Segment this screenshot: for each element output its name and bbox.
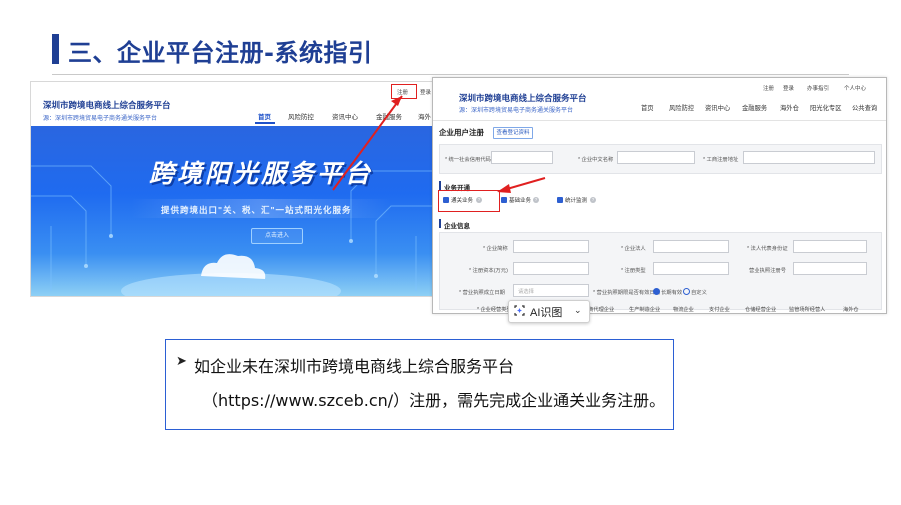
short-name-label: * 企业简称 — [483, 246, 508, 252]
title-accent-bar — [52, 34, 59, 64]
custom-radio[interactable] — [683, 288, 690, 295]
biz-type-logistics[interactable]: 物流企业 — [673, 306, 694, 313]
basic-business-label: 基础业务 — [509, 198, 532, 204]
form-guide-link[interactable]: 办事指引 — [807, 84, 829, 92]
info-section-bar — [439, 219, 441, 228]
nav-home[interactable]: 首页 — [258, 111, 271, 121]
date-placeholder: 请选择 — [518, 289, 534, 295]
credit-code-input[interactable] — [491, 151, 553, 164]
reg-address-input[interactable] — [743, 151, 875, 164]
banner-subtitle: 提供跨境出口"关、税、汇"一站式阳光化服务 — [161, 205, 352, 215]
form-nav-finance[interactable]: 金融服务 — [742, 103, 767, 112]
legal-id-label: * 法人代表身份证 — [747, 246, 788, 252]
banner-title: 跨境阳光服务平台 — [149, 160, 374, 188]
biz-type-manufacturer[interactable]: 生产制造企业 — [629, 306, 660, 313]
scan-icon — [514, 305, 525, 316]
nav-active-underline — [255, 122, 275, 124]
form-account-link[interactable]: 个人中心 — [844, 84, 866, 92]
ai-recognize-button[interactable]: AI识图 ⌄ — [508, 300, 590, 323]
reg-type-label: * 注册类型 — [621, 268, 646, 274]
register-section-title: 企业用户注册 — [439, 128, 484, 137]
note-line-2: （https://www.szceb.cn/）注册，需先完成企业通关业务注册。 — [202, 391, 666, 410]
form-nav-risk[interactable]: 风险防控 — [669, 103, 694, 112]
legal-person-label: * 企业法人 — [621, 246, 646, 252]
business-type-label: * 企业经营类型 — [477, 307, 512, 313]
form-login-link[interactable]: 登录 — [783, 84, 794, 92]
form-header-divider — [433, 120, 886, 121]
long-term-radio[interactable] — [653, 288, 660, 295]
nav-news[interactable]: 资讯中心 — [332, 111, 358, 121]
capital-input[interactable] — [513, 262, 589, 275]
company-name-label: * 企业中文名称 — [578, 157, 614, 163]
license-no-input[interactable] — [793, 262, 867, 275]
help-icon[interactable]: ? — [533, 197, 539, 203]
license-date-label: * 营业执照成立日期 — [459, 290, 505, 296]
nav-finance[interactable]: 金融服务 — [376, 111, 402, 121]
stat-monitor-label: 统计监测 — [565, 198, 588, 204]
portal-logo-title: 深圳市跨境电商线上综合服务平台 — [43, 100, 171, 110]
customs-highlight-box — [438, 190, 500, 212]
form-nav-home[interactable]: 首页 — [641, 103, 654, 112]
company-name-input[interactable] — [617, 151, 695, 164]
portal-homepage-screenshot: 深圳市跨境电商线上综合服务平台 源：深圳市跨境贸易电子商务通关服务平台 注册 登… — [30, 81, 434, 297]
ai-recognize-label: AI识图 — [530, 307, 563, 319]
form-register-link[interactable]: 注册 — [763, 84, 774, 92]
legal-id-input[interactable] — [793, 240, 867, 253]
license-validity-label: * 营业执照期限是否有效日期 — [593, 290, 661, 296]
login-link[interactable]: 登录 — [420, 88, 431, 96]
portal-logo-subtitle: 源：深圳市跨境贸易电子商务通关服务平台 — [43, 116, 158, 122]
biz-type-supervision[interactable]: 监管场所经营人 — [789, 306, 825, 313]
stat-monitor-checkbox[interactable] — [557, 197, 563, 203]
nav-overseas[interactable]: 海外 — [418, 111, 431, 121]
note-line-1: 如企业未在深圳市跨境电商线上综合服务平台 — [194, 357, 515, 376]
view-registration-button[interactable]: 查看登记资料 — [493, 127, 533, 139]
title-divider — [52, 74, 849, 75]
help-icon[interactable]: ? — [590, 197, 596, 203]
register-highlight-box — [391, 84, 417, 99]
biz-type-overseas[interactable]: 海外仓 — [843, 306, 859, 313]
long-term-label: 长期有效 — [661, 290, 683, 296]
business-section-bar — [439, 181, 441, 190]
bullet-arrow-icon: ➤ — [176, 353, 187, 368]
basic-business-checkbox[interactable] — [501, 197, 507, 203]
nav-risk[interactable]: 风险防控 — [288, 111, 314, 121]
form-nav-sunshine[interactable]: 阳光化专区 — [810, 103, 841, 112]
form-logo-title: 深圳市跨境电商线上综合服务平台 — [459, 93, 587, 103]
slide-title: 三、企业平台注册-系统指引 — [68, 39, 373, 67]
form-nav-warehouse[interactable]: 海外仓 — [780, 103, 799, 112]
info-section-title: 企业信息 — [444, 223, 470, 230]
legal-person-input[interactable] — [653, 240, 729, 253]
biz-type-warehouse[interactable]: 仓储经营企业 — [745, 306, 776, 313]
biz-type-payment[interactable]: 支付企业 — [709, 306, 730, 313]
enter-button[interactable]: 点击进入 — [251, 228, 303, 244]
chevron-down-icon[interactable]: ⌄ — [574, 305, 582, 316]
capital-label: * 注册资本(万元) — [469, 268, 508, 274]
form-nav-query[interactable]: 公共查询 — [852, 103, 877, 112]
reg-address-label: * 工商注册地址 — [703, 157, 739, 163]
license-no-label: 营业执照注册号 — [749, 268, 787, 274]
reg-type-select[interactable] — [653, 262, 729, 275]
custom-label: 自定义 — [691, 290, 707, 296]
portal-banner: 跨境阳光服务平台 提供跨境出口"关、税、汇"一站式阳光化服务 点击进入 — [31, 126, 433, 296]
instruction-note-box: ➤ 如企业未在深圳市跨境电商线上综合服务平台 （https://www.szce… — [165, 339, 674, 430]
credit-code-label: * 统一社会信用代码 — [445, 157, 491, 163]
license-date-input[interactable]: 请选择 — [513, 284, 589, 297]
registration-form-screenshot: 深圳市跨境电商线上综合服务平台 源：深圳市跨境贸易电子商务通关服务平台 注册 登… — [432, 77, 887, 314]
form-logo-subtitle: 源：深圳市跨境贸易电子商务通关服务平台 — [459, 108, 574, 114]
form-nav-news[interactable]: 资讯中心 — [705, 103, 730, 112]
short-name-input[interactable] — [513, 240, 589, 253]
